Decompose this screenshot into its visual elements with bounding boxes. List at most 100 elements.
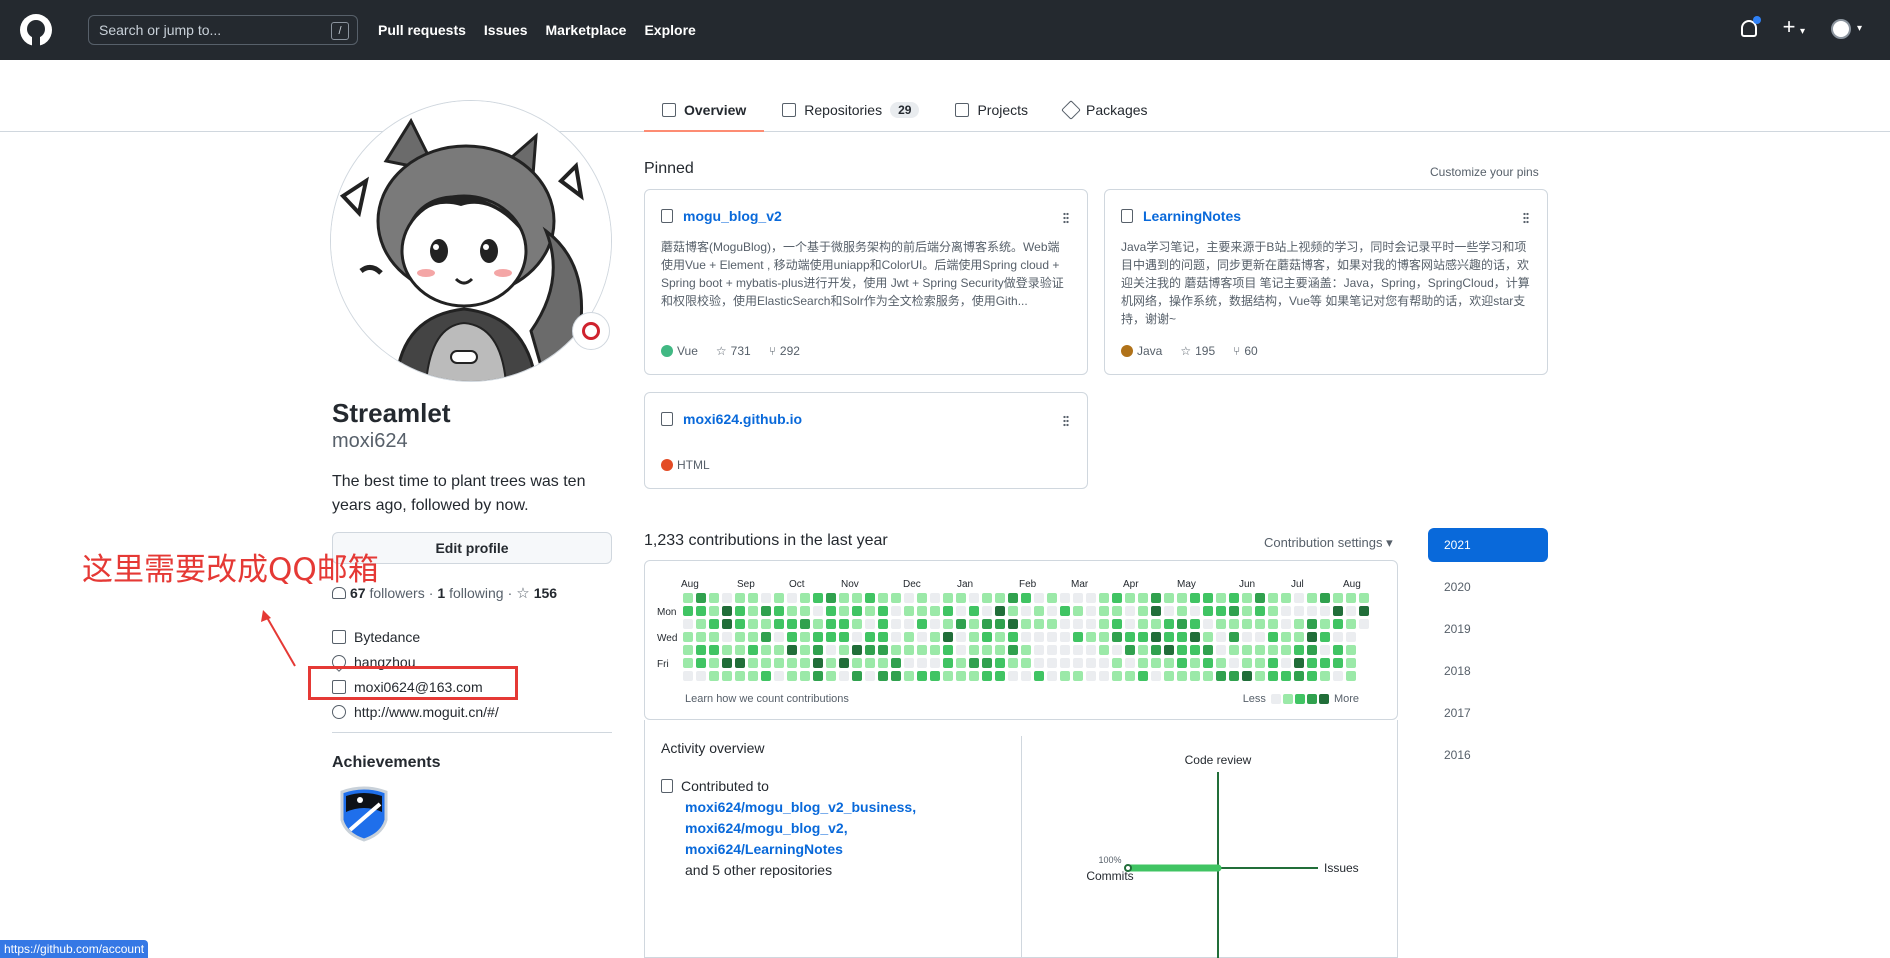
contribution-day-cell[interactable] — [1255, 671, 1265, 681]
contribution-day-cell[interactable] — [852, 658, 862, 668]
contribution-day-cell[interactable] — [1177, 671, 1187, 681]
contribution-day-cell[interactable] — [956, 658, 966, 668]
contribution-day-cell[interactable] — [1112, 619, 1122, 629]
contribution-day-cell[interactable] — [787, 593, 797, 603]
contribution-day-cell[interactable] — [1216, 658, 1226, 668]
contribution-day-cell[interactable] — [735, 632, 745, 642]
year-2016-button[interactable]: 2016 — [1428, 738, 1548, 772]
contribution-day-cell[interactable] — [748, 645, 758, 655]
contribution-day-cell[interactable] — [1073, 671, 1083, 681]
contribution-day-cell[interactable] — [1008, 658, 1018, 668]
contribution-day-cell[interactable] — [995, 658, 1005, 668]
contribution-day-cell[interactable] — [748, 593, 758, 603]
contribution-day-cell[interactable] — [943, 593, 953, 603]
contribution-day-cell[interactable] — [982, 593, 992, 603]
contribution-day-cell[interactable] — [735, 593, 745, 603]
contribution-day-cell[interactable] — [813, 632, 823, 642]
profile-avatar[interactable] — [330, 100, 612, 382]
contribution-day-cell[interactable] — [1086, 671, 1096, 681]
contribution-day-cell[interactable] — [709, 593, 719, 603]
contribution-day-cell[interactable] — [1151, 619, 1161, 629]
contribution-day-cell[interactable] — [1190, 658, 1200, 668]
contribution-day-cell[interactable] — [891, 645, 901, 655]
contribution-day-cell[interactable] — [878, 645, 888, 655]
contribution-day-cell[interactable] — [930, 671, 940, 681]
contribution-day-cell[interactable] — [1333, 619, 1343, 629]
contribution-day-cell[interactable] — [1138, 658, 1148, 668]
contribution-day-cell[interactable] — [826, 619, 836, 629]
contribution-day-cell[interactable] — [1034, 671, 1044, 681]
contribution-day-cell[interactable] — [761, 671, 771, 681]
learn-contributions-link[interactable]: Learn how we count contributions — [685, 693, 849, 705]
contribution-day-cell[interactable] — [813, 593, 823, 603]
contribution-day-cell[interactable] — [1216, 632, 1226, 642]
contribution-day-cell[interactable] — [748, 658, 758, 668]
contribution-day-cell[interactable] — [1229, 645, 1239, 655]
contribution-day-cell[interactable] — [878, 658, 888, 668]
contribution-day-cell[interactable] — [1021, 593, 1031, 603]
contribution-day-cell[interactable] — [1073, 606, 1083, 616]
contribution-day-cell[interactable] — [683, 593, 693, 603]
contribution-day-cell[interactable] — [1177, 593, 1187, 603]
contribution-day-cell[interactable] — [1346, 658, 1356, 668]
contributed-repo-link[interactable]: moxi624/LearningNotes — [685, 839, 916, 860]
contribution-day-cell[interactable] — [1190, 606, 1200, 616]
contribution-day-cell[interactable] — [1177, 658, 1187, 668]
contribution-day-cell[interactable] — [1060, 606, 1070, 616]
contribution-day-cell[interactable] — [1294, 645, 1304, 655]
contribution-day-cell[interactable] — [1281, 658, 1291, 668]
contribution-day-cell[interactable] — [891, 619, 901, 629]
contribution-day-cell[interactable] — [956, 645, 966, 655]
achievement-badge-icon[interactable] — [338, 786, 390, 842]
contribution-day-cell[interactable] — [1099, 645, 1109, 655]
contribution-day-cell[interactable] — [1034, 619, 1044, 629]
contribution-day-cell[interactable] — [969, 645, 979, 655]
nav-issues[interactable]: Issues — [484, 22, 528, 38]
contribution-day-cell[interactable] — [982, 671, 992, 681]
contribution-day-cell[interactable] — [826, 632, 836, 642]
contribution-day-cell[interactable] — [722, 606, 732, 616]
contribution-day-cell[interactable] — [839, 671, 849, 681]
contribution-day-cell[interactable] — [1099, 593, 1109, 603]
contribution-day-cell[interactable] — [813, 606, 823, 616]
contribution-day-cell[interactable] — [891, 606, 901, 616]
contribution-day-cell[interactable] — [1216, 671, 1226, 681]
contribution-day-cell[interactable] — [1346, 619, 1356, 629]
contribution-day-cell[interactable] — [1346, 593, 1356, 603]
contribution-day-cell[interactable] — [1138, 632, 1148, 642]
contribution-day-cell[interactable] — [1268, 593, 1278, 603]
contribution-day-cell[interactable] — [839, 658, 849, 668]
contribution-day-cell[interactable] — [930, 632, 940, 642]
contribution-day-cell[interactable] — [839, 645, 849, 655]
contribution-day-cell[interactable] — [787, 671, 797, 681]
repo-name-link[interactable]: mogu_blog_v2 — [683, 208, 782, 224]
contribution-day-cell[interactable] — [1294, 619, 1304, 629]
contribution-day-cell[interactable] — [1346, 632, 1356, 642]
contribution-day-cell[interactable] — [1099, 671, 1109, 681]
customize-pins-link[interactable]: Customize your pins — [1430, 165, 1539, 179]
contribution-day-cell[interactable] — [1151, 593, 1161, 603]
contribution-day-cell[interactable] — [1112, 593, 1122, 603]
contribution-day-cell[interactable] — [813, 671, 823, 681]
contribution-day-cell[interactable] — [696, 658, 706, 668]
drag-grip-icon[interactable] — [1063, 415, 1069, 427]
drag-grip-icon[interactable] — [1063, 212, 1069, 224]
contribution-day-cell[interactable] — [1229, 619, 1239, 629]
contribution-day-cell[interactable] — [826, 606, 836, 616]
contribution-day-cell[interactable] — [1177, 619, 1187, 629]
contribution-day-cell[interactable] — [904, 619, 914, 629]
contribution-day-cell[interactable] — [761, 658, 771, 668]
contribution-day-cell[interactable] — [1229, 671, 1239, 681]
contribution-day-cell[interactable] — [696, 619, 706, 629]
repo-forks-link[interactable]: ⑂ 60 — [1233, 344, 1258, 358]
contribution-day-cell[interactable] — [1021, 606, 1031, 616]
contribution-day-cell[interactable] — [1047, 632, 1057, 642]
contribution-day-cell[interactable] — [878, 619, 888, 629]
contribution-day-cell[interactable] — [852, 606, 862, 616]
contribution-day-cell[interactable] — [1164, 658, 1174, 668]
contribution-day-cell[interactable] — [865, 671, 875, 681]
contribution-day-cell[interactable] — [800, 658, 810, 668]
contribution-day-cell[interactable] — [1281, 619, 1291, 629]
contribution-day-cell[interactable] — [1333, 645, 1343, 655]
contribution-day-cell[interactable] — [1294, 606, 1304, 616]
